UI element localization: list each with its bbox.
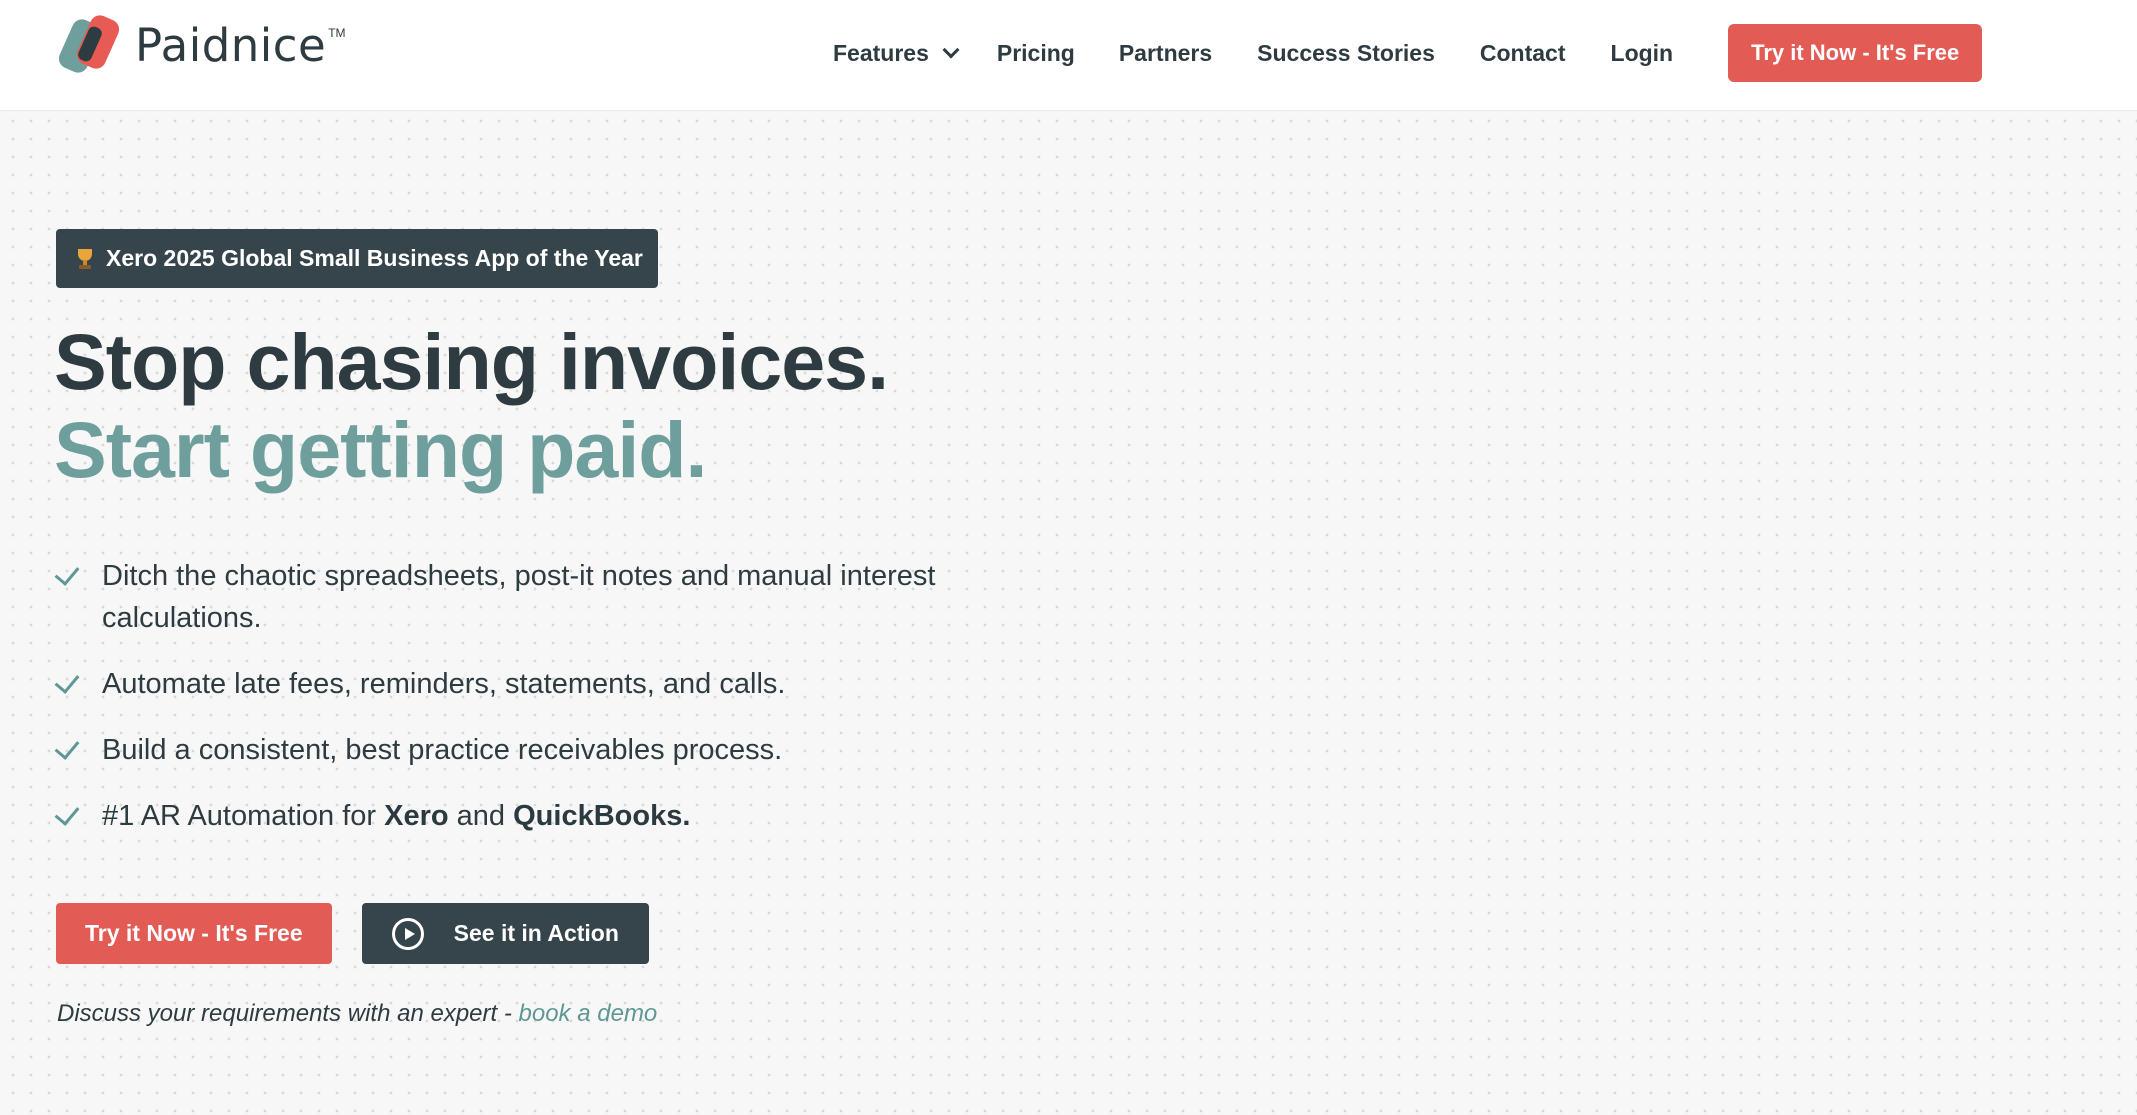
award-badge-text: Xero 2025 Global Small Business App of t…	[106, 245, 643, 271]
play-circle-icon	[391, 917, 424, 950]
nav-success-stories[interactable]: Success Stories	[1257, 40, 1435, 67]
benefit-text: Automate late fees, reminders, statement…	[102, 668, 786, 700]
nav-features[interactable]: Features	[833, 39, 960, 67]
nav-partners[interactable]: Partners	[1119, 40, 1212, 67]
quickbooks-name: QuickBooks.	[513, 800, 691, 832]
benefit-prefix: #1 AR Automation for	[102, 800, 385, 832]
book-demo-link[interactable]: book a demo	[519, 1000, 658, 1027]
list-item: Automate late fees, reminders, statement…	[54, 663, 974, 705]
hero-headline: Stop chasing invoices. Start getting pai…	[54, 317, 889, 494]
trademark-symbol: TM	[328, 26, 346, 40]
award-badge: Xero 2025 Global Small Business App of t…	[56, 229, 658, 288]
paidnice-logo-icon	[55, 12, 123, 76]
list-item: Build a consistent, best practice receiv…	[54, 729, 974, 771]
benefit-conjunction: and	[448, 800, 514, 832]
demo-prompt: Discuss your requirements with an expert…	[57, 1000, 657, 1028]
hero-actions: Try it Now - It's Free See it in Action	[56, 903, 649, 964]
logo-wordmark: Paidnice	[135, 18, 327, 72]
see-in-action-button[interactable]: See it in Action	[361, 903, 649, 964]
headline-line-1: Stop chasing invoices.	[54, 317, 889, 406]
see-in-action-label: See it in Action	[453, 920, 619, 946]
nav-login[interactable]: Login	[1611, 40, 1674, 67]
demo-prompt-text: Discuss your requirements with an expert…	[57, 1000, 519, 1027]
xero-name: Xero	[384, 800, 449, 832]
check-icon	[54, 734, 80, 760]
header-try-free-button[interactable]: Try it Now - It's Free	[1728, 24, 1983, 82]
benefit-text: Ditch the chaotic spreadsheets, post-it …	[102, 560, 936, 634]
benefit-text: #1 AR Automation for Xero and QuickBooks…	[102, 795, 690, 837]
headline-line-2: Start getting paid.	[54, 405, 708, 494]
site-header: Paidnice TM Features Pricing Partners Su…	[0, 0, 2137, 111]
list-item: Ditch the chaotic spreadsheets, post-it …	[54, 555, 974, 639]
check-icon	[54, 800, 80, 826]
nav-pricing[interactable]: Pricing	[997, 40, 1075, 67]
benefit-list: Ditch the chaotic spreadsheets, post-it …	[54, 555, 974, 861]
nav-contact[interactable]: Contact	[1480, 40, 1566, 67]
list-item: #1 AR Automation for Xero and QuickBooks…	[54, 795, 974, 837]
benefit-text: Build a consistent, best practice receiv…	[102, 734, 783, 766]
try-free-button[interactable]: Try it Now - It's Free	[56, 903, 332, 964]
check-icon	[54, 668, 80, 694]
trophy-icon	[74, 248, 96, 270]
chevron-down-icon	[942, 41, 960, 58]
main-nav: Features Pricing Partners Success Storie…	[800, 24, 1983, 82]
nav-features-label: Features	[833, 39, 929, 66]
check-icon	[54, 560, 80, 586]
paidnice-logo[interactable]: Paidnice TM	[55, 12, 346, 76]
